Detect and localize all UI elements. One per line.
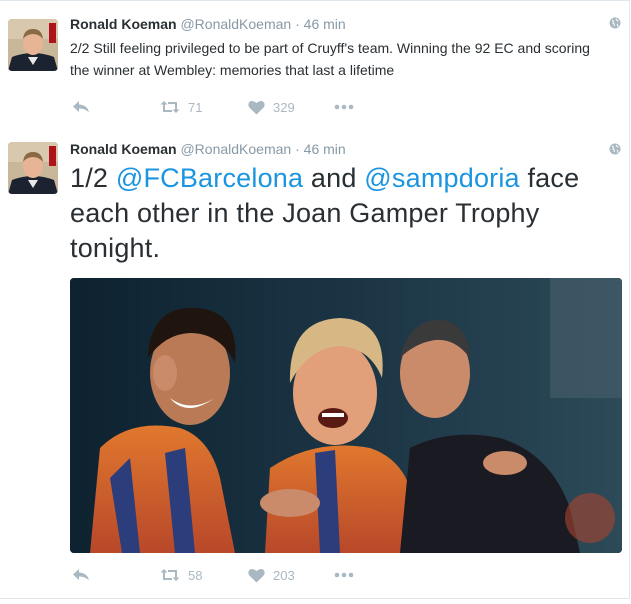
separator: · [295, 141, 300, 157]
more-icon [334, 572, 354, 578]
timestamp[interactable]: 46 min [304, 16, 346, 32]
reply-button[interactable] [72, 97, 90, 117]
timestamp[interactable]: 46 min [304, 141, 346, 157]
tweet-text: 2/2 Still feeling privileged to be part … [70, 40, 590, 78]
like-button[interactable]: 329 [248, 97, 295, 117]
mention-link[interactable]: @sampdoria [364, 163, 519, 193]
more-button[interactable] [334, 565, 354, 585]
avatar[interactable] [8, 19, 58, 71]
like-icon [248, 568, 265, 582]
globe-icon [609, 143, 621, 155]
reply-button[interactable] [72, 565, 90, 585]
tweet[interactable]: Ronald Koeman @RonaldKoeman · 46 min 1/2… [0, 129, 630, 599]
like-button[interactable]: 203 [248, 565, 295, 585]
like-icon [248, 100, 265, 114]
retweet-icon [160, 101, 180, 113]
tweet-text: 1/2 @FCBarcelona and @sampdoria face eac… [70, 161, 610, 266]
like-count: 329 [273, 99, 295, 115]
author-name[interactable]: Ronald Koeman [70, 141, 177, 157]
tweet-header: Ronald Koeman @RonaldKoeman · 46 min [70, 16, 599, 32]
tweet-header: Ronald Koeman @RonaldKoeman · 46 min [70, 141, 599, 157]
avatar[interactable] [8, 142, 58, 194]
photo-image [70, 278, 622, 553]
separator: · [295, 16, 300, 32]
like-count: 203 [273, 567, 295, 583]
retweet-icon [160, 569, 180, 581]
text-middle: and [303, 163, 365, 193]
reply-icon [73, 569, 89, 581]
author-handle[interactable]: @RonaldKoeman [180, 16, 291, 32]
mention-link[interactable]: @FCBarcelona [116, 163, 303, 193]
reply-icon [73, 101, 89, 113]
tweet[interactable]: Ronald Koeman @RonaldKoeman · 46 min 2/2… [0, 0, 630, 130]
retweet-count: 58 [188, 567, 203, 583]
retweet-button[interactable]: 71 [160, 97, 202, 117]
text-prefix: 1/2 [70, 163, 116, 193]
author-name[interactable]: Ronald Koeman [70, 16, 177, 32]
globe-icon [609, 17, 621, 29]
retweet-count: 71 [188, 99, 203, 115]
more-icon [334, 104, 354, 110]
more-button[interactable] [334, 97, 354, 117]
author-handle[interactable]: @RonaldKoeman [180, 141, 291, 157]
retweet-button[interactable]: 58 [160, 565, 202, 585]
tweet-photo[interactable] [70, 278, 622, 553]
